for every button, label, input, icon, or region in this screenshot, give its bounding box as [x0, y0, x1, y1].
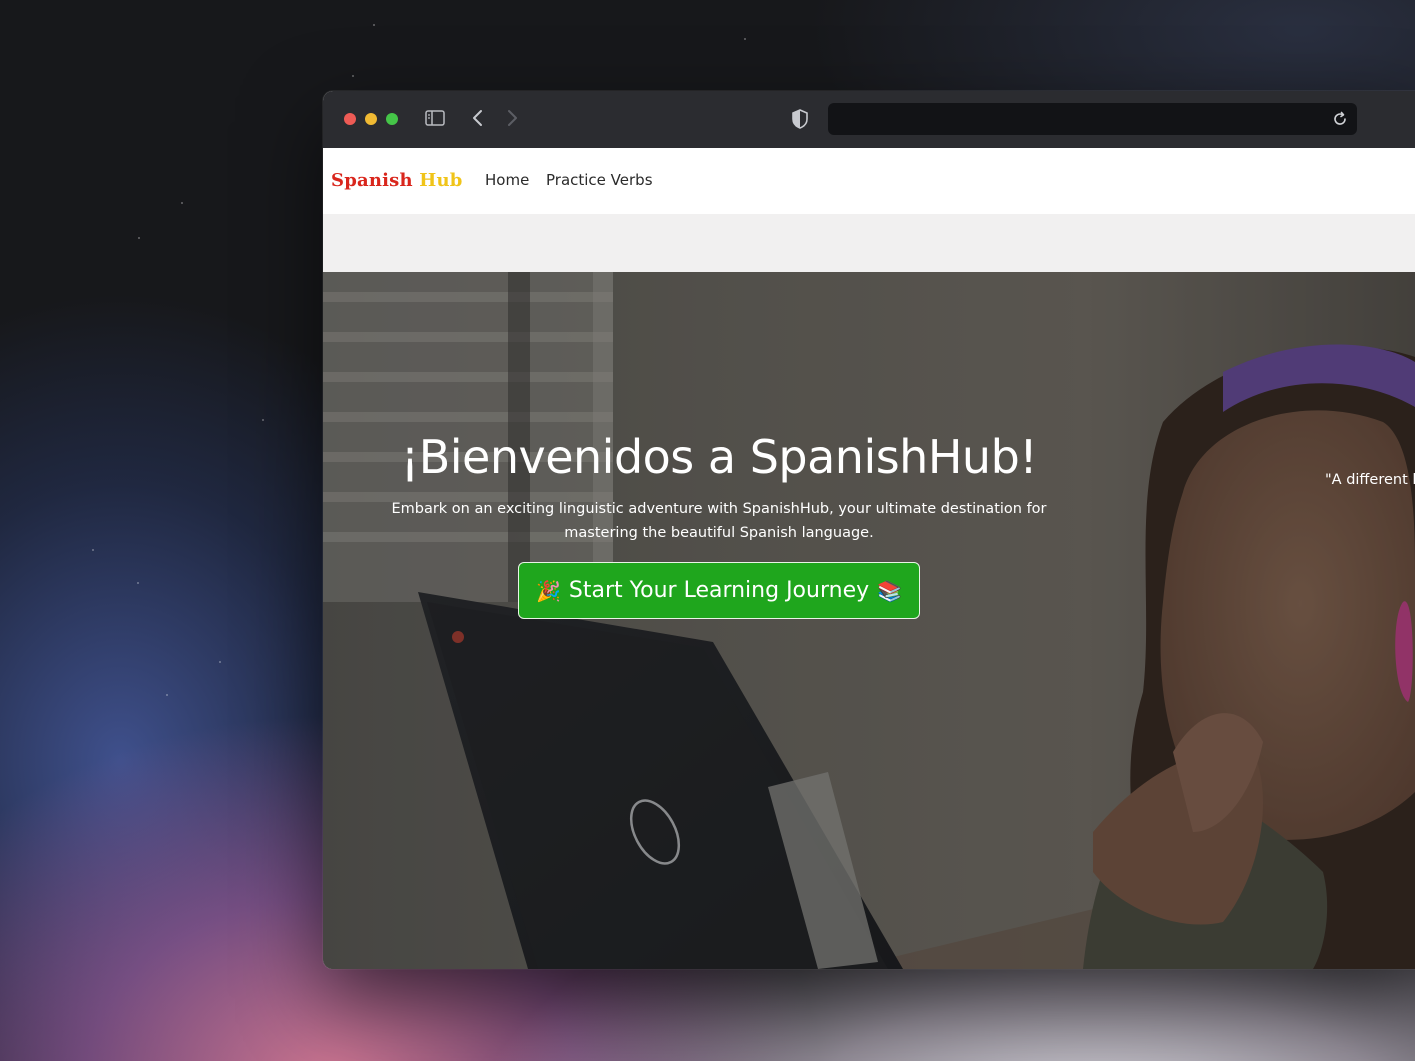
hero-description: Embark on an exciting linguistic adventu…: [391, 501, 1047, 541]
start-learning-button[interactable]: 🎉 Start Your Learning Journey 📚: [518, 562, 920, 619]
web-page: Spanish Hub Home Practice Verbs ¡Bienven…: [323, 148, 1415, 969]
site-logo[interactable]: Spanish Hub: [331, 170, 463, 191]
hero-background-image: [323, 272, 1415, 969]
background-star: [181, 202, 183, 204]
site-navbar: Spanish Hub Home Practice Verbs: [323, 148, 1415, 214]
hero-title: ¡Bienvenidos a SpanishHub!: [400, 430, 1038, 484]
background-star: [352, 75, 354, 77]
books-icon: 📚: [877, 578, 903, 603]
party-popper-icon: 🎉: [535, 578, 561, 603]
start-learning-label: Start Your Learning Journey: [568, 578, 870, 603]
forward-icon[interactable]: [505, 109, 519, 127]
background-star: [137, 582, 139, 584]
nav-link-practice-verbs[interactable]: Practice Verbs: [546, 171, 653, 189]
shield-icon[interactable]: [791, 109, 809, 129]
browser-toolbar: [323, 91, 1415, 149]
background-star: [219, 661, 221, 663]
maximize-window-button[interactable]: [386, 113, 398, 125]
hero-section: ¡Bienvenidos a SpanishHub! Embark on an …: [323, 272, 1415, 969]
reload-icon[interactable]: [1332, 111, 1348, 127]
hero-quote: "A different l: [1325, 472, 1415, 488]
background-star: [138, 237, 140, 239]
back-icon[interactable]: [471, 109, 485, 127]
browser-window: Spanish Hub Home Practice Verbs ¡Bienven…: [323, 91, 1415, 969]
address-bar[interactable]: [828, 103, 1357, 135]
nav-link-home[interactable]: Home: [485, 171, 529, 189]
logo-text-hub: Hub: [419, 170, 463, 191]
minimize-window-button[interactable]: [365, 113, 377, 125]
close-window-button[interactable]: [344, 113, 356, 125]
logo-text-spanish: Spanish: [331, 170, 413, 191]
background-star: [262, 419, 264, 421]
background-star: [744, 38, 746, 40]
background-star: [166, 694, 168, 696]
sidebar-icon[interactable]: [425, 110, 445, 126]
background-star: [92, 549, 94, 551]
background-star: [373, 24, 375, 26]
